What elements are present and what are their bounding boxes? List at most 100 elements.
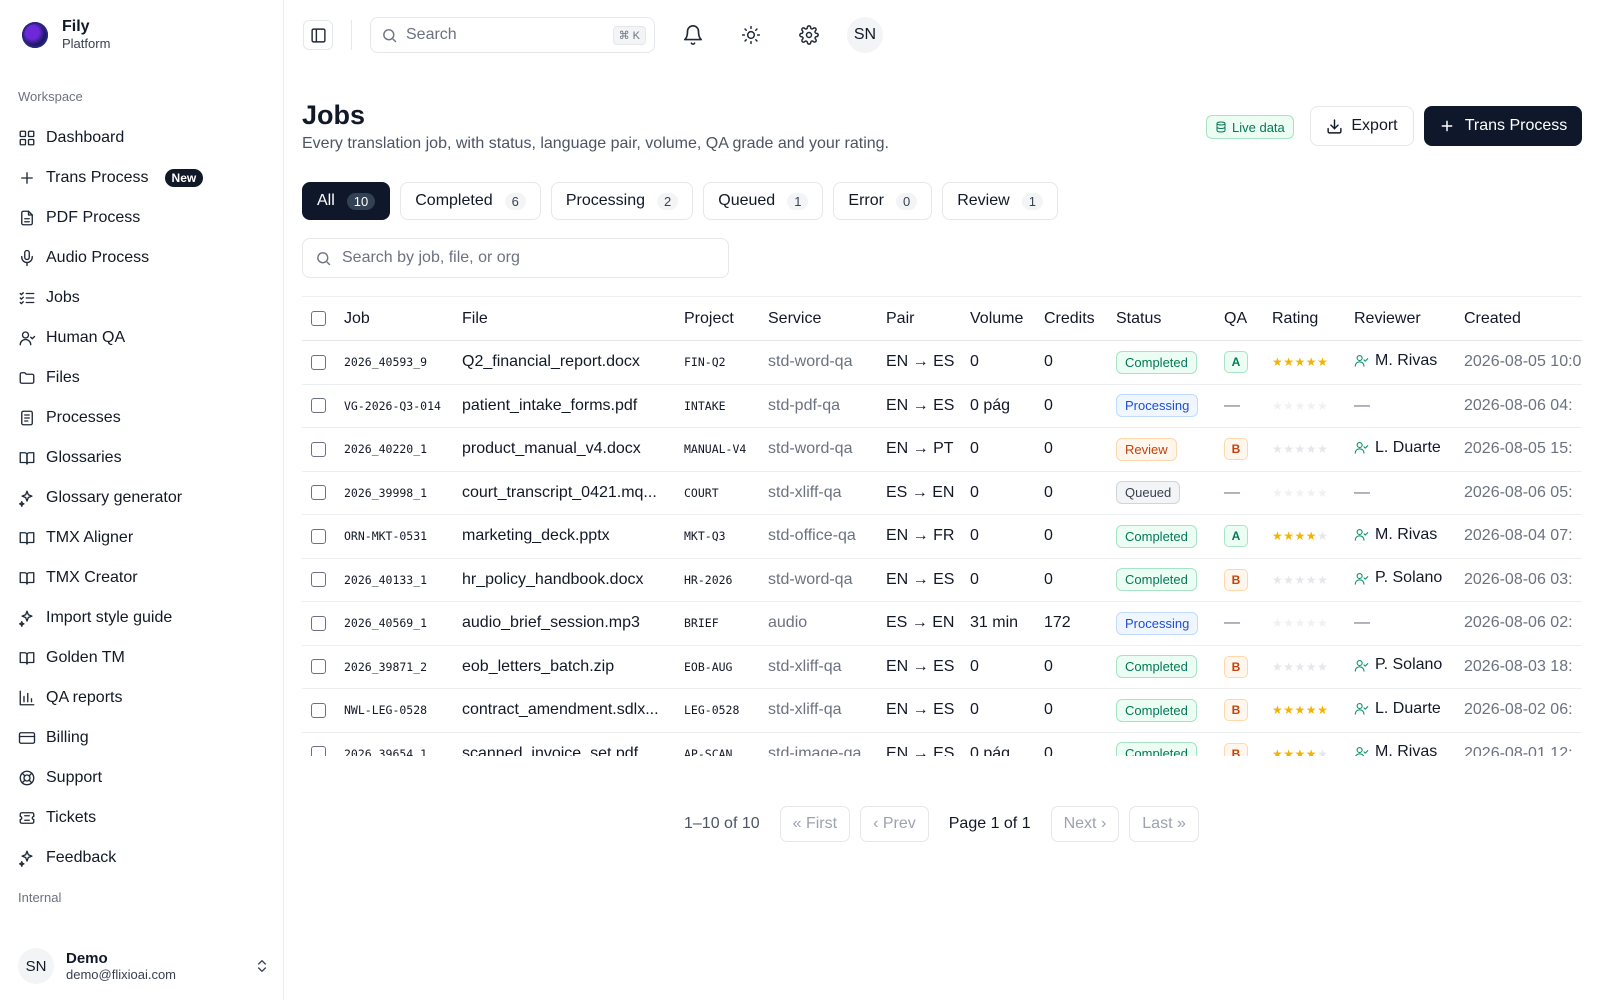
job-id[interactable]: 2026_40220_1 — [344, 427, 462, 472]
table-row[interactable]: NWL-LEG-0528 contract_amendment.sdlx... LE… — [302, 688, 1582, 733]
job-id[interactable]: 2026_40133_1 — [344, 558, 462, 602]
star-icon[interactable]: ★ — [1295, 355, 1306, 369]
sidebar-item-human-qa[interactable]: Human QA — [8, 318, 274, 358]
prev-page-button[interactable]: ‹ Prev — [860, 806, 929, 842]
table-row[interactable]: 2026_39871_2 eob_letters_batch.zip EOB-AUG… — [302, 645, 1582, 689]
file-name[interactable]: court_transcript_0421.mq... — [462, 471, 684, 515]
star-icon[interactable]: ★ — [1306, 529, 1317, 543]
sidebar-item-files[interactable]: Files — [8, 358, 274, 398]
new-trans-process-button[interactable]: Trans Process — [1424, 106, 1582, 146]
star-icon[interactable]: ★ — [1306, 442, 1317, 456]
notifications-button[interactable] — [678, 20, 708, 50]
row-checkbox[interactable] — [311, 398, 326, 414]
first-page-button[interactable]: « First — [779, 806, 851, 842]
star-icon[interactable]: ★ — [1272, 747, 1283, 756]
star-icon[interactable]: ★ — [1272, 573, 1283, 587]
star-icon[interactable]: ★ — [1317, 703, 1328, 717]
star-icon[interactable]: ★ — [1283, 573, 1294, 587]
sidebar-item-qa-reports[interactable]: QA reports — [8, 678, 274, 718]
table-row[interactable]: 2026_40133_1 hr_policy_handbook.docx HR-20… — [302, 558, 1582, 602]
row-checkbox[interactable] — [311, 485, 326, 501]
job-id[interactable]: ORN-MKT-0531 — [344, 514, 462, 559]
star-icon[interactable]: ★ — [1272, 355, 1283, 369]
file-name[interactable]: scanned_invoice_set.pdf — [462, 732, 684, 756]
table-row[interactable]: 2026_40569_1 audio_brief_session.mp3 BRIEF… — [302, 601, 1582, 646]
row-select-cell[interactable] — [302, 514, 344, 559]
tab-all[interactable]: All 10 — [302, 182, 391, 220]
sidebar-item-import-style-guide[interactable]: Import style guide — [8, 598, 274, 638]
column-header-project[interactable]: Project — [684, 296, 768, 341]
row-checkbox[interactable] — [311, 746, 326, 756]
sidebar-item-dashboard[interactable]: Dashboard — [8, 118, 274, 158]
row-select-cell[interactable] — [302, 558, 344, 602]
table-row[interactable]: ORN-MKT-0531 marketing_deck.pptx MKT-Q3 std… — [302, 514, 1582, 559]
column-header-status[interactable]: Status — [1116, 296, 1224, 341]
star-icon[interactable]: ★ — [1295, 703, 1306, 717]
star-icon[interactable]: ★ — [1272, 529, 1283, 543]
star-icon[interactable]: ★ — [1283, 355, 1294, 369]
job-id[interactable]: 2026_39654_1 — [344, 732, 462, 756]
row-checkbox[interactable] — [311, 702, 326, 718]
star-icon[interactable]: ★ — [1295, 660, 1306, 674]
file-name[interactable]: eob_letters_batch.zip — [462, 645, 684, 689]
table-row[interactable]: 2026_39654_1 scanned_invoice_set.pdf AP-SC… — [302, 732, 1582, 756]
row-select-cell[interactable] — [302, 471, 344, 515]
column-header-volume[interactable]: Volume — [970, 296, 1044, 341]
table-search-input[interactable]: Search by job, file, or org — [302, 238, 729, 278]
column-header-file[interactable]: File — [462, 296, 684, 341]
star-icon[interactable]: ★ — [1295, 747, 1306, 756]
column-header-created[interactable]: Created — [1464, 296, 1582, 341]
row-checkbox[interactable] — [311, 659, 326, 675]
column-header-credits[interactable]: Credits — [1044, 296, 1116, 341]
sidebar-item-pdf-process[interactable]: PDF Process — [8, 198, 274, 238]
star-icon[interactable]: ★ — [1317, 747, 1328, 756]
sidebar-item-golden-tm[interactable]: Golden TM — [8, 638, 274, 678]
sidebar-item-support[interactable]: Support — [8, 758, 274, 798]
export-button[interactable]: Export — [1310, 106, 1414, 146]
row-select-cell[interactable] — [302, 688, 344, 733]
sidebar-toggle-button[interactable] — [303, 20, 333, 50]
file-name[interactable]: Q2_financial_report.docx — [462, 340, 684, 385]
star-icon[interactable]: ★ — [1295, 442, 1306, 456]
tab-review[interactable]: Review 1 — [942, 182, 1058, 220]
sidebar-item-processes[interactable]: Processes — [8, 398, 274, 438]
tab-processing[interactable]: Processing 2 — [550, 182, 694, 220]
settings-button[interactable] — [794, 20, 824, 50]
star-icon[interactable]: ★ — [1317, 660, 1328, 674]
sidebar-item-audio-process[interactable]: Audio Process — [8, 238, 274, 278]
sidebar-item-tickets[interactable]: Tickets — [8, 798, 274, 838]
column-header-job[interactable]: Job — [344, 296, 462, 341]
sidebar-item-glossaries[interactable]: Glossaries — [8, 438, 274, 478]
star-icon[interactable]: ★ — [1283, 442, 1294, 456]
rating-stars[interactable]: ★★★★★ — [1272, 747, 1328, 756]
row-checkbox[interactable] — [311, 441, 326, 457]
sidebar-item-jobs[interactable]: Jobs — [8, 278, 274, 318]
last-page-button[interactable]: Last » — [1129, 806, 1199, 842]
table-row[interactable]: 2026_40593_9 Q2_financial_report.docx FIN-… — [302, 340, 1582, 385]
next-page-button[interactable]: Next › — [1050, 806, 1120, 842]
rating-stars[interactable]: ★★★★★ — [1272, 660, 1328, 674]
sidebar-item-glossary-generator[interactable]: Glossary generator — [8, 478, 274, 518]
user-menu[interactable]: SN Demo demo@flixioai.com — [18, 944, 270, 988]
row-select-cell[interactable] — [302, 384, 344, 428]
rating-stars[interactable]: ★★★★★ — [1272, 529, 1328, 543]
sidebar-item-tmx-aligner[interactable]: TMX Aligner — [8, 518, 274, 558]
file-name[interactable]: patient_intake_forms.pdf — [462, 384, 684, 428]
star-icon[interactable]: ★ — [1317, 355, 1328, 369]
table-row[interactable]: 2026_40220_1 product_manual_v4.docx MANUAL… — [302, 427, 1582, 472]
star-icon[interactable]: ★ — [1283, 747, 1294, 756]
row-select-cell[interactable] — [302, 645, 344, 689]
star-icon[interactable]: ★ — [1283, 660, 1294, 674]
row-checkbox[interactable] — [311, 572, 326, 588]
brand[interactable]: Fily Platform — [22, 18, 110, 52]
select-all-checkbox[interactable] — [311, 310, 326, 326]
star-icon[interactable]: ★ — [1317, 573, 1328, 587]
star-icon[interactable]: ★ — [1317, 529, 1328, 543]
sidebar-item-feedback[interactable]: Feedback — [8, 838, 274, 878]
tab-error[interactable]: Error 0 — [833, 182, 933, 220]
row-checkbox[interactable] — [311, 615, 326, 631]
row-select-cell[interactable] — [302, 427, 344, 472]
star-icon[interactable]: ★ — [1295, 573, 1306, 587]
star-icon[interactable]: ★ — [1272, 660, 1283, 674]
table-row[interactable]: 2026_39998_1 court_transcript_0421.mq... C… — [302, 471, 1582, 515]
